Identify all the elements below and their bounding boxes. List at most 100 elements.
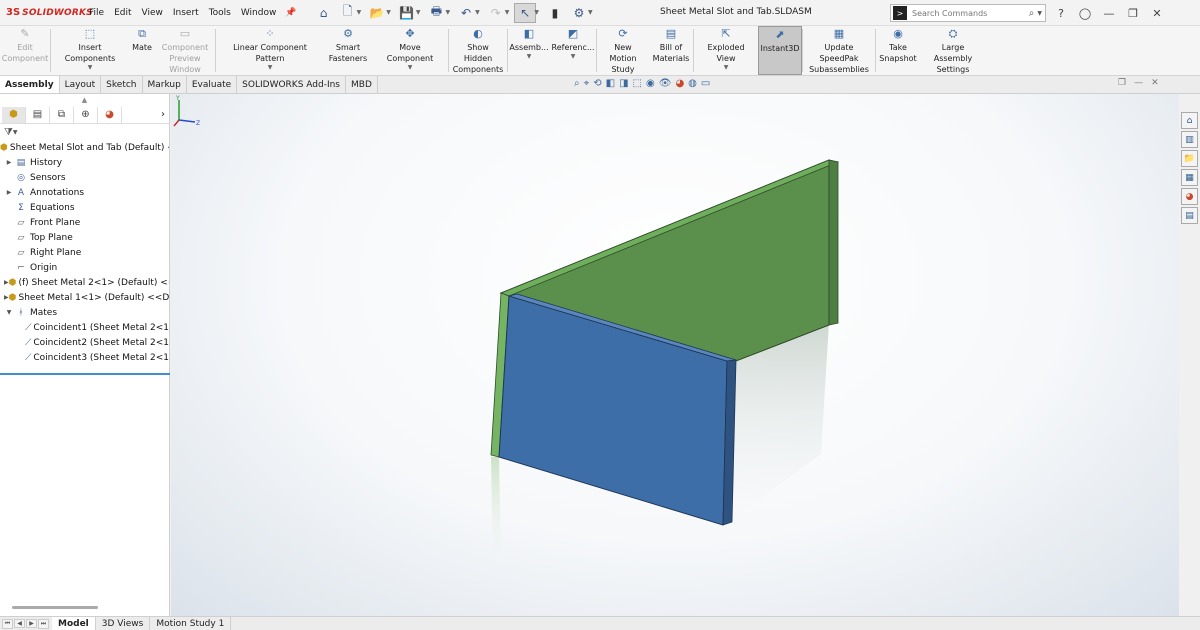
reference-button[interactable]: ◩ Referenc... ▼ xyxy=(550,26,596,75)
next-tab-icon[interactable]: ▶ xyxy=(26,619,37,628)
traffic-light-icon[interactable]: ▮ xyxy=(544,3,566,23)
select-dropdown-icon[interactable]: ▼ xyxy=(534,9,539,16)
display-style-icon[interactable]: ◉ xyxy=(646,78,655,89)
dropdown-arrow-icon[interactable]: ▼ xyxy=(268,64,273,72)
edit-component-button[interactable]: ✎ Edit Component xyxy=(0,26,50,75)
configuration-manager-tab-icon[interactable]: ⧉ xyxy=(50,106,74,123)
speedpak-button[interactable]: ▦ Update SpeedPak Subassemblies xyxy=(803,26,875,75)
dropdown-arrow-icon[interactable]: ▼ xyxy=(527,53,532,61)
viewport-minimize-icon[interactable]: — xyxy=(1134,78,1143,88)
save-icon[interactable]: 💾 xyxy=(396,3,418,23)
dropdown-arrow-icon[interactable]: ▼ xyxy=(88,64,93,72)
tree-item[interactable]: ⬢ Sheet Metal Slot and Tab (Default) < xyxy=(0,140,169,155)
save-dropdown-icon[interactable]: ▼ xyxy=(416,9,421,16)
tree-item[interactable]: ▱ Front Plane xyxy=(0,215,169,230)
panel-horizontal-scrollbar[interactable] xyxy=(12,606,98,609)
solidworks-resources-icon[interactable]: ⌂ xyxy=(1181,112,1198,129)
view-palette-icon[interactable]: ▦ xyxy=(1181,169,1198,186)
tree-item[interactable]: Σ Equations xyxy=(0,200,169,215)
tree-item[interactable]: ⟋ Coincident1 (Sheet Metal 2<1 xyxy=(0,320,169,335)
property-manager-tab-icon[interactable]: ▤ xyxy=(26,106,50,123)
mate-button[interactable]: ⧉ Mate xyxy=(129,26,155,75)
dropdown-arrow-icon[interactable]: ▼ xyxy=(408,64,413,72)
open-folder-icon[interactable]: 📂 xyxy=(366,3,388,23)
tree-item[interactable]: ⟋ Coincident2 (Sheet Metal 2<1 xyxy=(0,335,169,350)
help-icon[interactable]: ? xyxy=(1052,4,1070,22)
user-icon[interactable]: ◯ xyxy=(1076,4,1094,22)
panel-collapse-icon[interactable]: ▲ xyxy=(0,94,169,106)
viewport-restore-icon[interactable]: ❐ xyxy=(1118,78,1126,88)
restore-icon[interactable]: ❐ xyxy=(1124,4,1142,22)
new-dropdown-icon[interactable]: ▼ xyxy=(357,9,362,16)
tab-sketch[interactable]: Sketch xyxy=(101,76,143,93)
zoom-to-fit-icon[interactable]: ⌕ xyxy=(574,78,580,89)
dimxpert-tab-icon[interactable]: ⊕ xyxy=(74,106,98,123)
tab-assembly[interactable]: Assembly xyxy=(0,76,60,93)
tree-item[interactable]: ⟋ Coincident3 (Sheet Metal 2<1 xyxy=(0,350,169,365)
tree-item[interactable]: ⌐ Origin xyxy=(0,260,169,275)
menu-insert[interactable]: Insert xyxy=(168,8,204,18)
redo-dropdown-icon[interactable]: ▼ xyxy=(505,9,510,16)
apply-scene-icon[interactable]: ◍ xyxy=(688,78,697,89)
tree-item[interactable]: ▶ A Annotations xyxy=(0,185,169,200)
minimize-icon[interactable]: — xyxy=(1100,4,1118,22)
tab-layout[interactable]: Layout xyxy=(60,76,102,93)
menu-tools[interactable]: Tools xyxy=(204,8,236,18)
tree-item[interactable]: ◎ Sensors xyxy=(0,170,169,185)
graphics-area[interactable]: Y Z xyxy=(171,94,1179,616)
filter-icon[interactable]: ⧩ ▼ xyxy=(0,124,169,140)
zoom-to-area-icon[interactable]: ⌖ xyxy=(584,78,590,89)
menu-edit[interactable]: Edit xyxy=(109,8,136,18)
custom-properties-icon[interactable]: ▤ xyxy=(1181,207,1198,224)
select-arrow-icon[interactable]: ↖ xyxy=(514,2,537,23)
print-dropdown-icon[interactable]: ▼ xyxy=(445,9,450,16)
tab-evaluate[interactable]: Evaluate xyxy=(187,76,238,93)
bottom-tab-motion-study-1[interactable]: Motion Study 1 xyxy=(150,617,232,630)
expand-toggle-icon[interactable]: ▶ xyxy=(4,189,14,196)
more-tabs-icon[interactable]: › xyxy=(161,109,165,120)
first-tab-icon[interactable]: ⏮ xyxy=(2,618,13,629)
appearances-icon[interactable]: ◕ xyxy=(1181,188,1198,205)
smart-fasteners-button[interactable]: ⚙ Smart Fasteners xyxy=(324,26,372,75)
options-dropdown-icon[interactable]: ▼ xyxy=(588,9,593,16)
previous-view-icon[interactable]: ⟲ xyxy=(593,78,601,89)
file-explorer-icon[interactable]: 📁 xyxy=(1181,150,1198,167)
menu-window[interactable]: Window xyxy=(236,8,282,18)
print-icon[interactable]: 🖶 xyxy=(425,3,447,23)
pin-menu-icon[interactable]: 📌 xyxy=(281,8,300,18)
tree-item[interactable]: ▼ ᚼ Mates xyxy=(0,305,169,320)
design-library-icon[interactable]: ▥ xyxy=(1181,131,1198,148)
search-dropdown-icon[interactable]: ▼ xyxy=(1037,10,1042,17)
tab-mbd[interactable]: MBD xyxy=(346,76,378,93)
bom-button[interactable]: ▤ Bill of Materials xyxy=(649,26,693,75)
snapshot-button[interactable]: ◉ Take Snapshot xyxy=(876,26,920,75)
view-orientation-icon[interactable]: ⬚ xyxy=(633,78,642,89)
view-settings-icon[interactable]: ▭ xyxy=(701,78,710,89)
edit-appearance-icon[interactable]: ◕ xyxy=(675,78,684,89)
bottom-tab-model[interactable]: Model xyxy=(52,617,96,630)
prev-tab-icon[interactable]: ◀ xyxy=(14,619,25,628)
dropdown-arrow-icon[interactable]: ▼ xyxy=(571,53,576,61)
expand-toggle-icon[interactable]: ▶ xyxy=(4,159,14,166)
expand-toggle-icon[interactable]: ▼ xyxy=(4,309,14,316)
component-preview-button[interactable]: ▭ Component Preview Window xyxy=(155,26,215,75)
section-view-icon[interactable]: ◧ xyxy=(606,78,615,89)
solidworks-logo[interactable]: 3S SOLIDWORKS xyxy=(0,7,93,18)
new-document-icon[interactable]: 🗋 xyxy=(337,3,359,23)
tab-solidworks-add-ins[interactable]: SOLIDWORKS Add-Ins xyxy=(237,76,346,93)
redo-icon[interactable]: ↷ xyxy=(485,3,507,23)
tree-rollback-bar[interactable] xyxy=(0,373,170,375)
search-commands-box[interactable]: > Search Commands ⌕ ▼ xyxy=(890,4,1046,22)
motion-study-button[interactable]: ⟳ New Motion Study xyxy=(597,26,649,75)
search-icon[interactable]: ⌕ xyxy=(1029,8,1035,19)
feature-manager-tab-icon[interactable]: ⬢ xyxy=(2,106,26,123)
tree-item[interactable]: ▶ ⬢ (f) Sheet Metal 2<1> (Default) <<- xyxy=(0,275,169,290)
home-icon[interactable]: ⌂ xyxy=(313,3,335,23)
tree-item[interactable]: ▱ Top Plane xyxy=(0,230,169,245)
linear-pattern-button[interactable]: ⁘ Linear Component Pattern ▼ xyxy=(216,26,324,75)
insert-components-button[interactable]: ⬚ Insert Components ▼ xyxy=(51,26,129,75)
dynamic-annotation-icon[interactable]: ◨ xyxy=(619,78,628,89)
assembly-button[interactable]: ◧ Assemb... ▼ xyxy=(508,26,550,75)
tree-item[interactable]: ▱ Right Plane xyxy=(0,245,169,260)
tree-item[interactable]: ▶ ⬢ Sheet Metal 1<1> (Default) <<De xyxy=(0,290,169,305)
